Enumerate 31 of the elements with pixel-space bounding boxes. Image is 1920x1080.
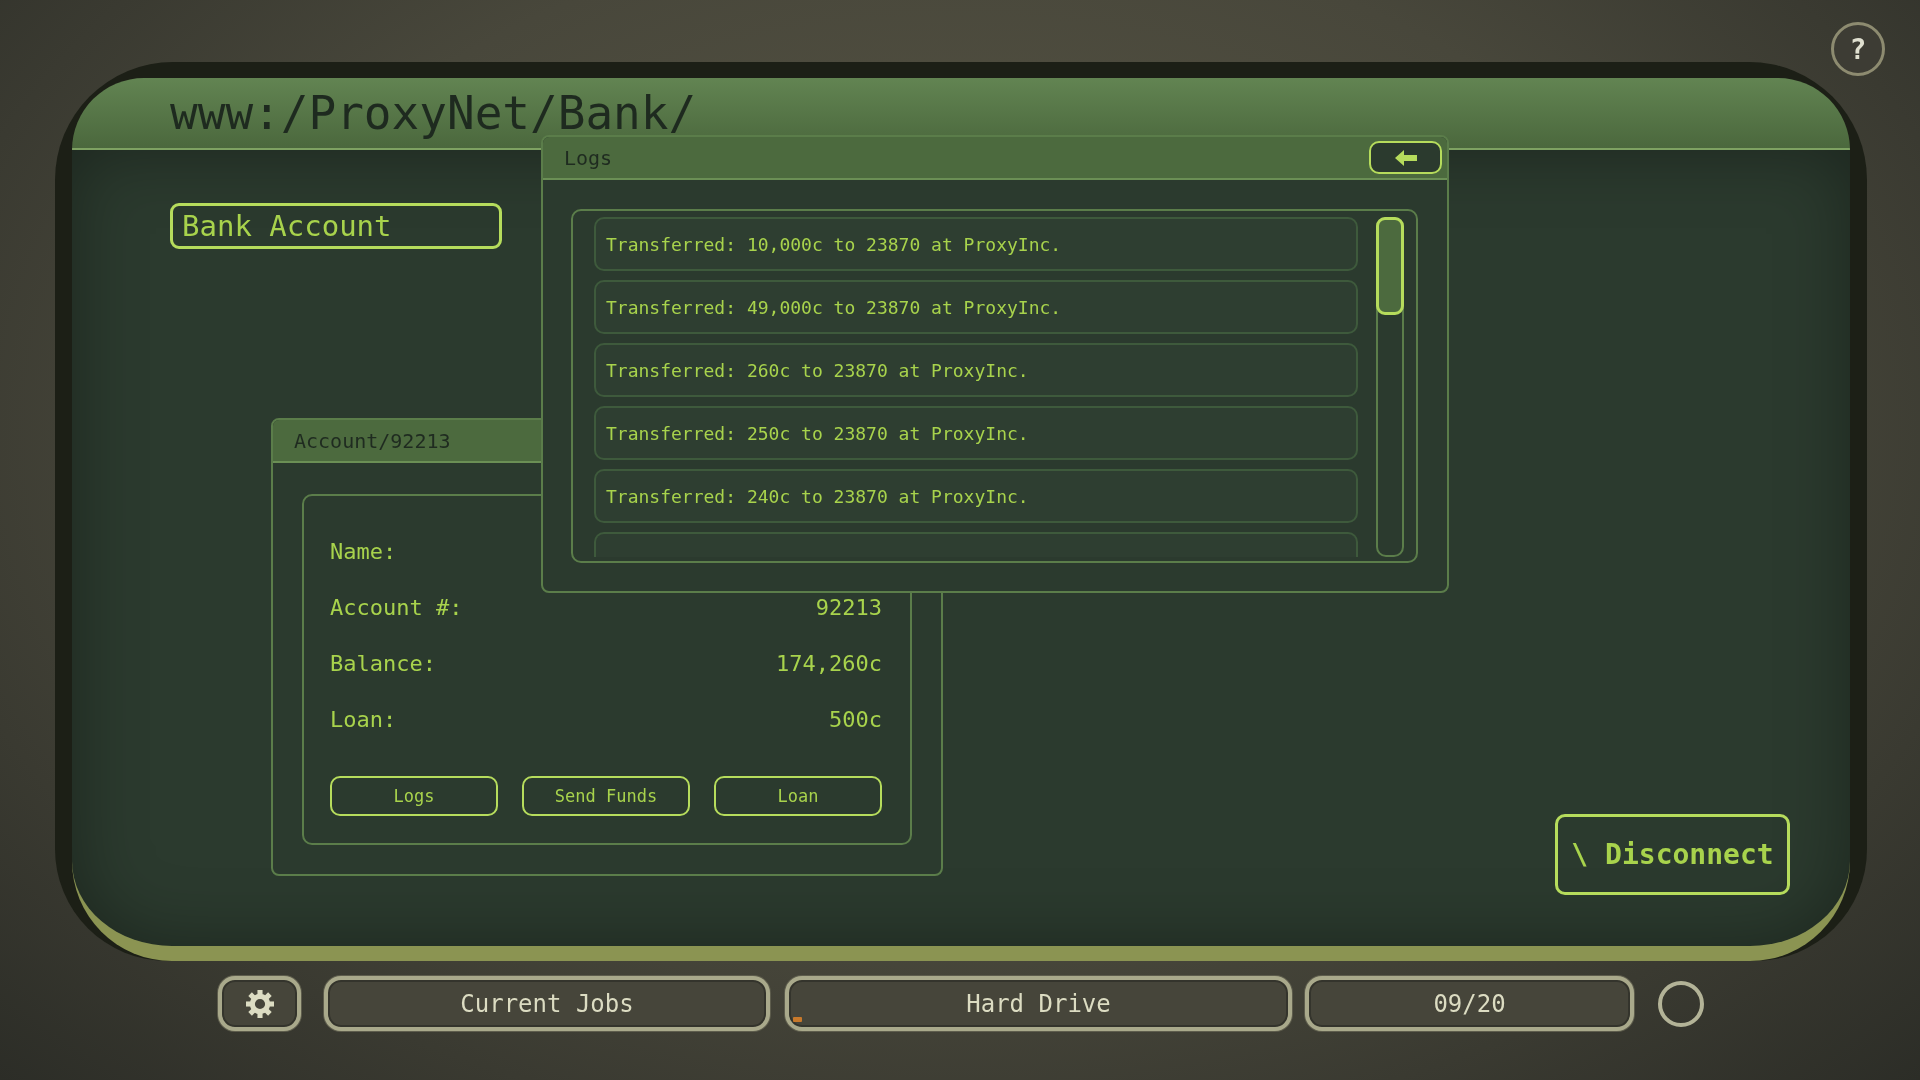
taskbar-button[interactable]: 09/20: [1305, 976, 1634, 1031]
taskbar-button[interactable]: Current Jobs: [324, 976, 770, 1031]
field-value: 500c: [829, 706, 882, 732]
field-label: Name:: [330, 538, 397, 564]
action-button[interactable]: Loan: [714, 776, 882, 816]
taskbar-button[interactable]: Hard Drive: [785, 976, 1292, 1031]
action-button[interactable]: Send Funds: [522, 776, 690, 816]
field-value: 92213: [815, 594, 882, 620]
window-title: Logs: [564, 145, 613, 170]
field-value: 174,260c: [776, 650, 882, 676]
scrollbar[interactable]: [1376, 217, 1404, 557]
settings-button[interactable]: [218, 976, 301, 1031]
settings-icon: [245, 989, 274, 1018]
log-entry: Transferred: 10,000c to 23870 at ProxyInc.: [594, 217, 1358, 271]
action-button[interactable]: Logs: [330, 776, 498, 816]
log-entry: Transferred: 250c to 23870 at ProxyInc.: [594, 406, 1358, 460]
arrow-left-icon: [1394, 149, 1417, 166]
window-title: Account/92213: [294, 428, 451, 453]
disconnect-button[interactable]: \ Disconnect: [1555, 814, 1790, 895]
field-label: Account #:: [330, 594, 463, 620]
nav-button[interactable]: Bank Account: [170, 203, 502, 249]
field-label: Loan:: [330, 706, 397, 732]
back-button[interactable]: [1369, 141, 1442, 174]
scrollbar-thumb[interactable]: [1376, 217, 1404, 315]
log-entry: Transferred: 260c to 23870 at ProxyInc.: [594, 343, 1358, 397]
log-entry: Transferred: 240c to 23870 at ProxyInc.: [594, 469, 1358, 523]
round-button[interactable]: [1658, 980, 1704, 1027]
log-entry: Transferred: 49,000c to 23870 at ProxyInc.: [594, 280, 1358, 334]
help-button[interactable]: ?: [1831, 22, 1885, 76]
address-text: www:/ProxyNet/Bank/: [170, 86, 697, 140]
field-label: Balance:: [330, 650, 436, 676]
